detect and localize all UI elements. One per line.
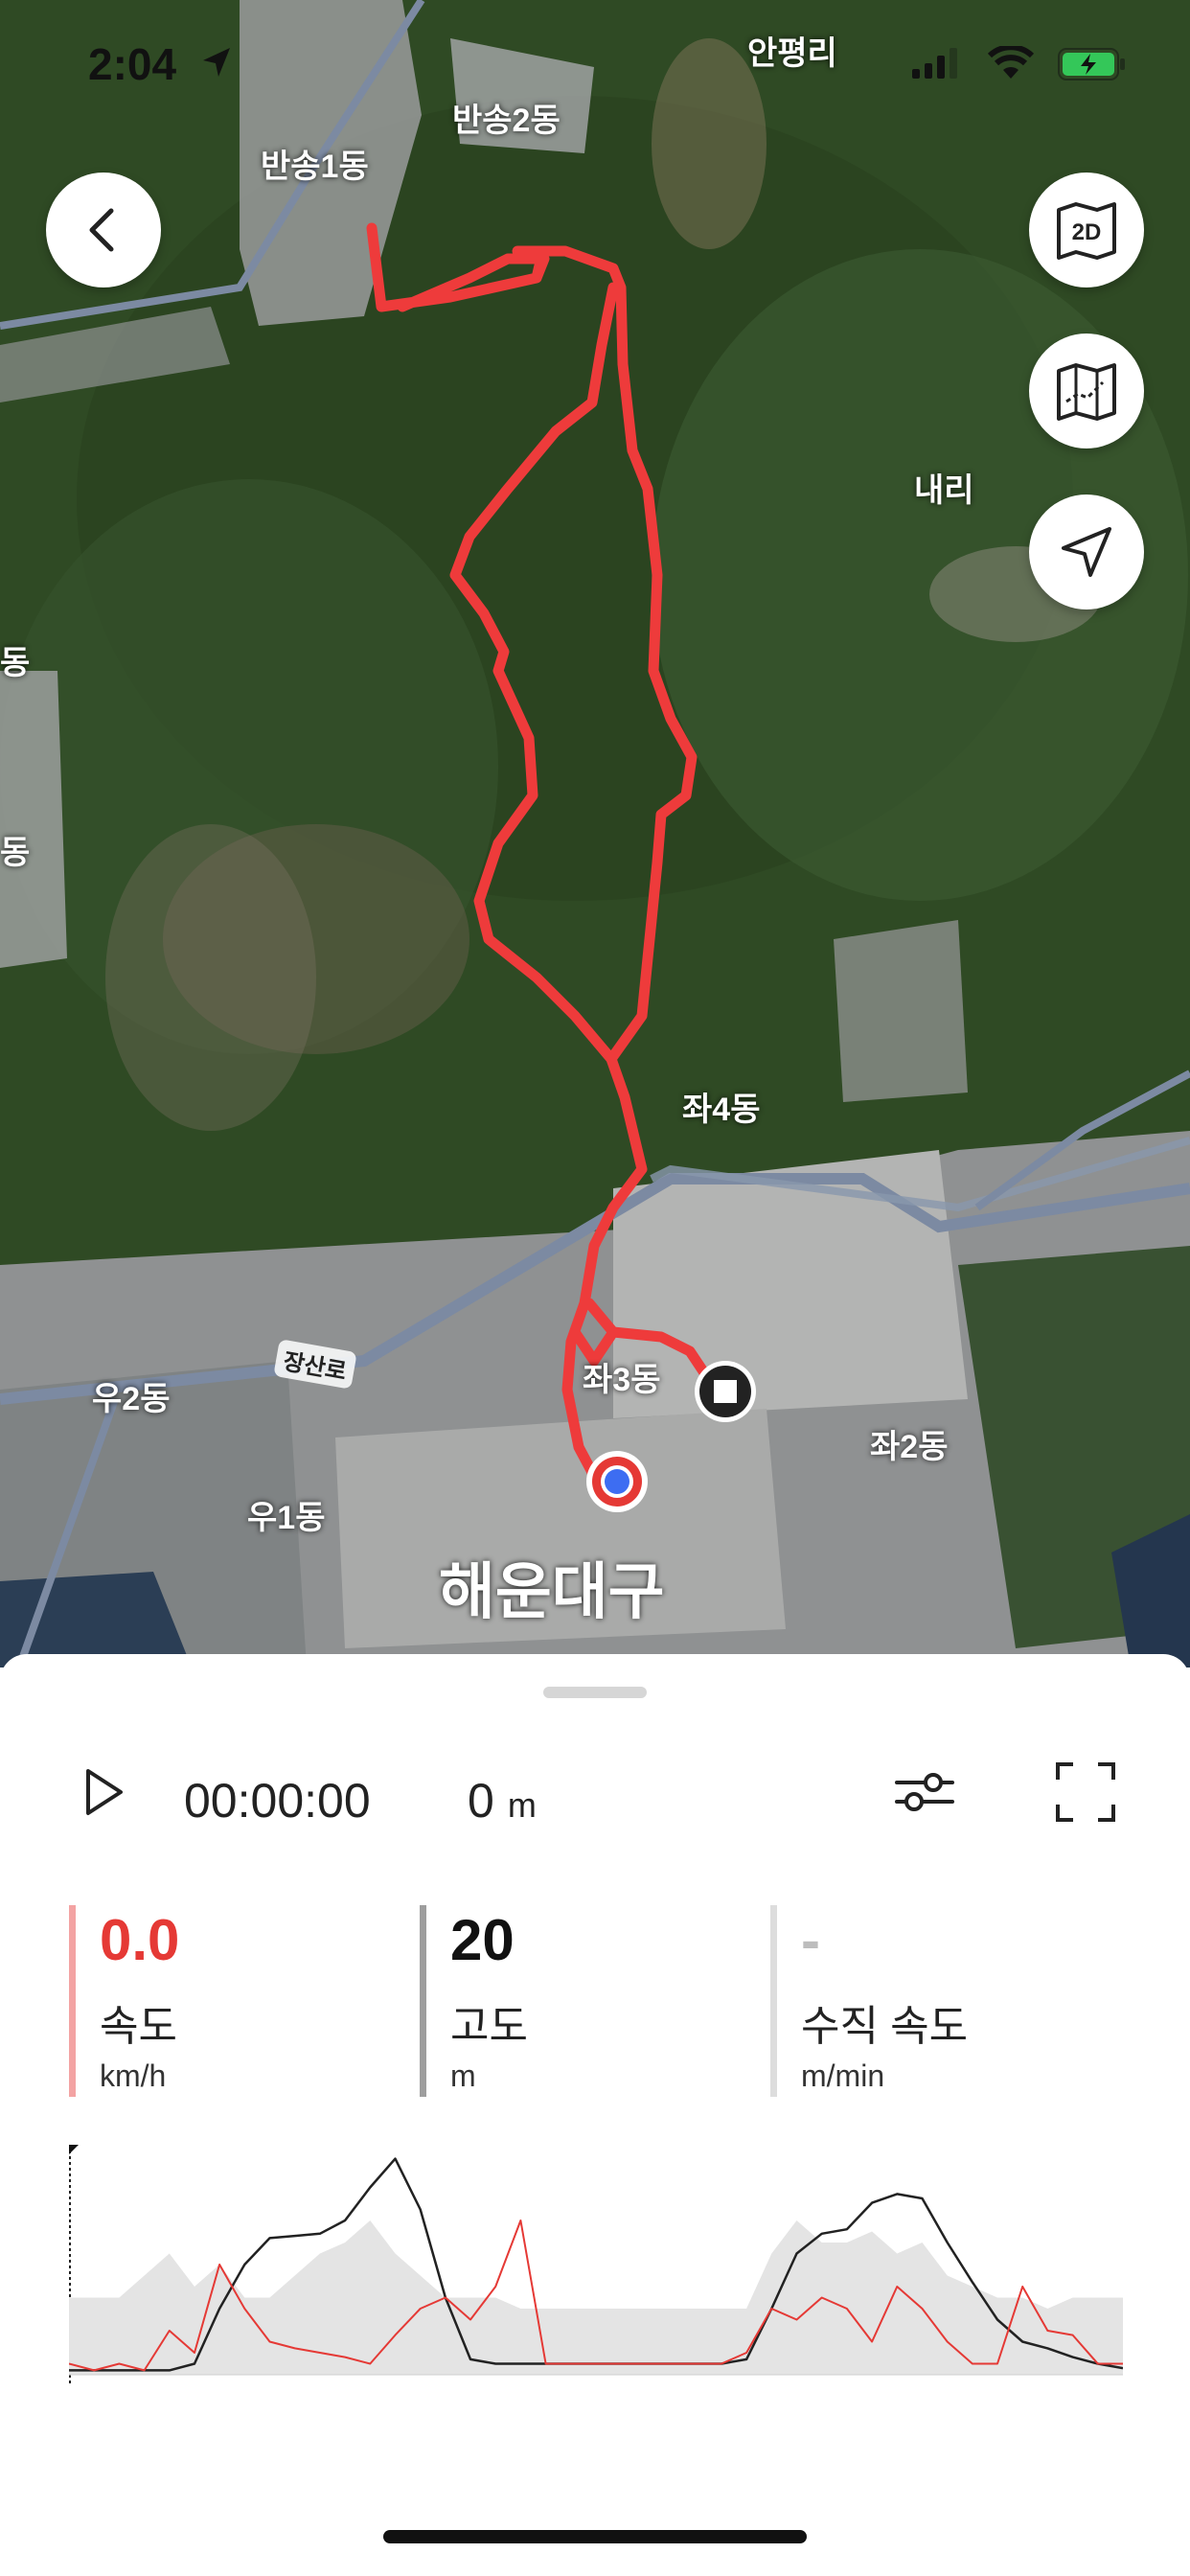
speed-stat-bar bbox=[69, 1905, 76, 2097]
vertical-speed-value: - bbox=[801, 1908, 820, 1972]
map-label: 동 bbox=[0, 645, 31, 681]
map-label: 반송1동 bbox=[261, 149, 369, 185]
vertical-speed-unit: m/min bbox=[801, 2058, 885, 2093]
2d-view-toggle-button[interactable]: 2D bbox=[1029, 172, 1144, 288]
distance-value: 0 bbox=[468, 1774, 494, 1828]
altitude-unit: m bbox=[450, 2058, 476, 2093]
speed-unit: km/h bbox=[100, 2058, 167, 2093]
altitude-label: 고도 bbox=[450, 2003, 528, 2050]
map-label: 내리 bbox=[914, 472, 974, 509]
track-profile-chart[interactable] bbox=[69, 2145, 1123, 2384]
map-label: 좌3동 bbox=[583, 1362, 661, 1398]
fullscreen-button[interactable] bbox=[1054, 1754, 1117, 1830]
distance-readout: 0m bbox=[468, 1773, 537, 1828]
map-label: 좌4동 bbox=[682, 1092, 761, 1128]
elapsed-time: 00:00:00 bbox=[184, 1774, 371, 1828]
map-layers-button[interactable] bbox=[1029, 334, 1144, 448]
folded-map-icon bbox=[1057, 363, 1116, 421]
navigation-arrow-icon bbox=[1062, 527, 1111, 577]
status-time: 2:04 bbox=[88, 39, 177, 89]
back-button[interactable] bbox=[46, 172, 161, 288]
sliders-icon bbox=[895, 1773, 954, 1811]
vertical-speed-label: 수직 속도 bbox=[801, 2003, 969, 2050]
cellular-signal-icon bbox=[912, 48, 957, 79]
track-details-sheet: 00:00:00 0m 0.0 속도 km/h 20 고도 m - 수직 속도 … bbox=[0, 1654, 1190, 2576]
my-location-button[interactable] bbox=[1029, 494, 1144, 610]
altitude-stat: 20 고도 m bbox=[420, 1905, 745, 2097]
wifi-icon bbox=[987, 46, 1035, 79]
speed-stat: 0.0 속도 km/h bbox=[69, 1905, 395, 2097]
satellite-map[interactable] bbox=[0, 0, 1190, 1668]
vertical-speed-stat-bar bbox=[770, 1905, 777, 2097]
fullscreen-icon bbox=[1056, 1762, 1115, 1822]
stop-marker bbox=[695, 1361, 756, 1422]
altitude-stat-bar bbox=[420, 1905, 426, 2097]
vertical-speed-stat: - 수직 속도 m/min bbox=[770, 1905, 1096, 2097]
status-bar: 2:04 bbox=[0, 0, 1190, 125]
map-label: 동 bbox=[0, 835, 31, 871]
speed-value: 0.0 bbox=[100, 1908, 180, 1972]
district-label: 해운대구 bbox=[439, 1557, 665, 1626]
svg-text:2D: 2D bbox=[1072, 219, 1102, 245]
speed-label: 속도 bbox=[100, 2003, 177, 2050]
map-label: 우2동 bbox=[92, 1381, 171, 1417]
play-icon bbox=[86, 1769, 123, 1815]
chevron-left-icon bbox=[89, 208, 114, 252]
playback-cursor-head bbox=[69, 2145, 79, 2154]
sheet-drag-handle[interactable] bbox=[543, 1687, 647, 1698]
location-services-icon bbox=[203, 48, 230, 77]
play-button[interactable] bbox=[80, 1754, 126, 1830]
distance-unit: m bbox=[507, 1785, 537, 1825]
chart-settings-button[interactable] bbox=[893, 1754, 956, 1830]
map-label: 우1동 bbox=[247, 1500, 326, 1536]
current-location-marker bbox=[586, 1451, 648, 1512]
altitude-value: 20 bbox=[450, 1908, 515, 1972]
home-indicator bbox=[383, 2530, 807, 2543]
map-label: 좌2동 bbox=[870, 1429, 949, 1465]
map-2d-icon: 2D bbox=[1057, 202, 1116, 260]
battery-charging-icon bbox=[1058, 48, 1125, 80]
